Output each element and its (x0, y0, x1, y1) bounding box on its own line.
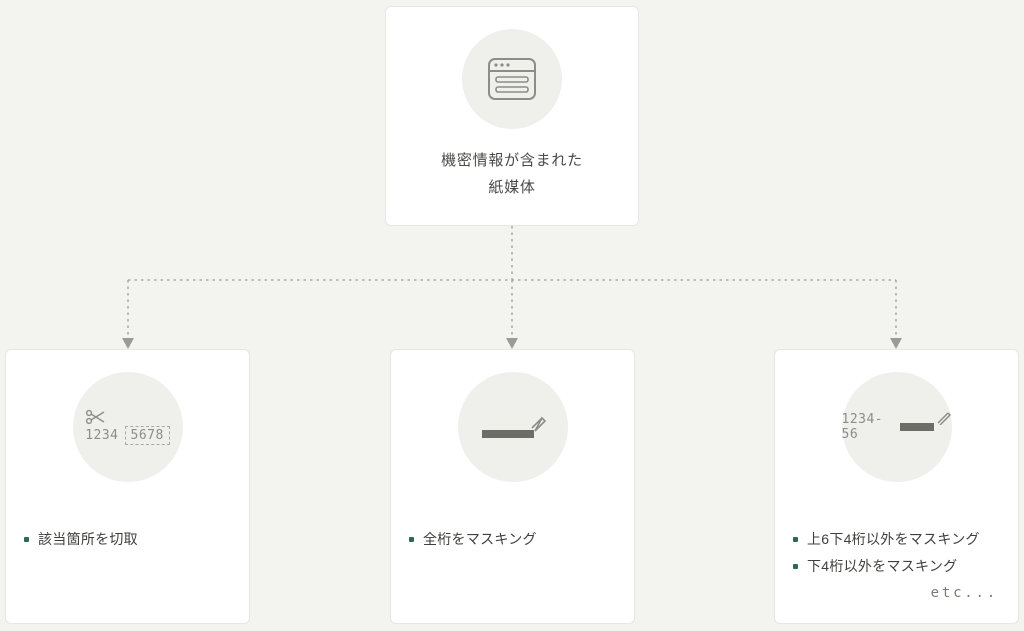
option-item: 上6下4桁以外をマスキング (793, 526, 1000, 553)
root-title-line1: 機密情報が含まれた (441, 152, 583, 169)
icon-number-left: 1234 (85, 428, 118, 443)
cut-number-icon: 1234 5678 (73, 372, 183, 482)
partial-mask-icon: 1234-56 (842, 372, 952, 482)
root-title-line2: 紙媒体 (488, 179, 535, 196)
root-card: 機密情報が含まれた 紙媒体 (385, 6, 639, 226)
etc-text: etc... (775, 581, 1018, 601)
option-list: 全桁をマスキング (391, 526, 634, 553)
option-card-cut: 1234 5678 該当箇所を切取 (5, 349, 250, 624)
option-item: 全桁をマスキング (409, 526, 616, 553)
icon-partial-text: 1234-56 (842, 412, 899, 442)
option-list: 該当箇所を切取 (6, 526, 249, 553)
full-mask-icon (458, 372, 568, 482)
icon-number-right: 5678 (125, 426, 170, 445)
option-item: 該当箇所を切取 (24, 526, 231, 553)
option-item: 下4桁以外をマスキング (793, 553, 1000, 580)
document-window-icon (462, 29, 562, 129)
option-card-partialmask: 1234-56 上6下4桁以外をマスキング 下4桁以外をマスキング etc... (774, 349, 1019, 624)
option-card-fullmask: 全桁をマスキング (390, 349, 635, 624)
option-list: 上6下4桁以外をマスキング 下4桁以外をマスキング (775, 526, 1018, 581)
